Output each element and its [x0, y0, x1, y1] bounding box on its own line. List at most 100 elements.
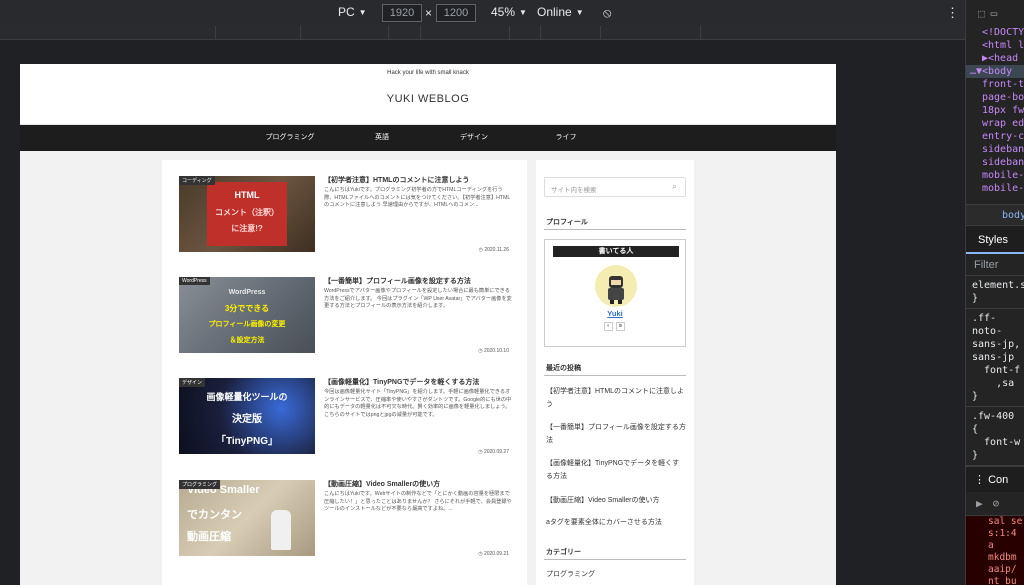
rss-icon[interactable]: ⋑	[616, 322, 625, 331]
nav-item-english[interactable]: 英語	[336, 125, 428, 151]
thumbnail-text: 3分でできる	[224, 304, 270, 313]
thumbnail-text: に注意!?	[231, 224, 263, 233]
device-toggle-icon[interactable]: ▭	[991, 7, 998, 20]
breadcrumb[interactable]: body	[966, 204, 1024, 226]
css-line: sans-jp	[972, 352, 1015, 363]
widget-title-recent: 最近の投稿	[546, 365, 581, 372]
divider	[544, 229, 686, 230]
caret-down-icon: ▼	[519, 7, 527, 17]
post-excerpt: こんにちはYukiです。Webサイトの制作などで「とにかく動画の容量を極限まで圧…	[324, 491, 512, 513]
viewport-stage: Hack your life with small knack YUKI WEB…	[0, 40, 965, 585]
global-nav: プログラミング 英語 デザイン ライフ	[20, 125, 836, 151]
profile-name[interactable]: Yuki	[545, 309, 685, 318]
network-select[interactable]: Online ▼	[537, 5, 584, 19]
profile-social-links: ◐ ⋑	[604, 322, 625, 331]
thumbnail-text: コメント（注釈）	[215, 208, 279, 217]
dom-attr: front-t	[982, 79, 1024, 90]
console-line: s:1:4	[988, 528, 1017, 539]
devtools-panel: ⬚ ▭ <!DOCTY <html l ▶<head …▼<body front…	[965, 0, 1024, 585]
console-line: a	[988, 540, 994, 551]
search-input[interactable]: サイト内を検索	[544, 177, 686, 197]
nav-item-life[interactable]: ライフ	[520, 125, 612, 151]
category-badge: デザイン	[179, 378, 206, 387]
thumbnail-text: WordPress	[228, 289, 266, 296]
console-output: sal se s:1:4 a mkdbm aaip/ nt_bu	[966, 516, 1024, 585]
post-thumbnail[interactable]: WordPress 3分でできる プロフィール画像の変更 ＆設定方法 WordP…	[179, 277, 315, 353]
zoom-select[interactable]: 45% ▼	[491, 5, 527, 19]
css-line: font-w	[972, 437, 1021, 448]
css-line: ,sa	[972, 378, 1015, 389]
dom-attr: entry-c	[982, 131, 1024, 142]
console-toolbar: ▶ ⊘	[966, 492, 1024, 516]
search-icon[interactable]: ⌕	[672, 181, 688, 192]
device-label: PC	[338, 5, 355, 19]
dom-attr: sideban	[982, 157, 1024, 168]
tab-styles[interactable]: Styles	[966, 226, 1024, 254]
dom-node-selected[interactable]: …▼<body	[966, 65, 1024, 78]
dom-node[interactable]: ▶<head	[966, 52, 1024, 65]
post-title[interactable]: 【一番簡単】プロフィール画像を設定する方法	[324, 277, 514, 287]
post-thumbnail[interactable]: 画像軽量化ツールの 決定版 「TinyPNG」 デザイン	[179, 378, 315, 454]
dimension-separator: ×	[425, 6, 433, 20]
dom-attr: mobile-	[982, 183, 1024, 194]
nav-item-programming[interactable]: プログラミング	[244, 125, 336, 151]
post-card[interactable]: HTML コメント（注釈） に注意!? コーディング 【初学者注意】HTMLのコ…	[179, 176, 511, 253]
rotate-icon[interactable]: ⦸	[603, 5, 611, 21]
recent-post-link[interactable]: aタグを要素全体にカバーさせる方法	[546, 516, 686, 529]
recent-post-link[interactable]: 【動画圧縮】Video Smallerの使い方	[546, 494, 686, 507]
category-link[interactable]: プログラミング	[546, 568, 686, 581]
width-input[interactable]: 1920	[382, 4, 422, 22]
post-card[interactable]: WordPress 3分でできる プロフィール画像の変更 ＆設定方法 WordP…	[179, 277, 512, 354]
web-page: Hack your life with small knack YUKI WEB…	[20, 64, 836, 585]
post-title[interactable]: 【画像軽量化】TinyPNGでデータを軽くする方法	[324, 378, 514, 388]
post-thumbnail[interactable]: HTML コメント（注釈） に注意!? コーディング	[179, 176, 315, 252]
css-rule: element.s }	[966, 276, 1024, 309]
css-line: font-f	[972, 365, 1021, 376]
post-title[interactable]: 【初学者注意】HTMLのコメントに注意しよう	[324, 176, 514, 186]
dom-node[interactable]: <!DOCTY	[966, 26, 1024, 39]
feedly-icon[interactable]: ◐	[604, 322, 613, 331]
post-title[interactable]: 【動画圧縮】Video Smallerの使い方	[324, 480, 514, 490]
device-select[interactable]: PC ▼	[338, 5, 367, 19]
recent-post-link[interactable]: 【一番簡単】プロフィール画像を設定する方法	[546, 421, 686, 447]
height-input[interactable]: 1200	[436, 4, 476, 22]
network-label: Online	[537, 5, 572, 19]
css-rule: .fw-400 { font-w }	[966, 407, 1024, 466]
console-line: aaip/	[988, 564, 1017, 575]
site-header: Hack your life with small knack YUKI WEB…	[20, 64, 836, 125]
css-line: }	[972, 391, 979, 402]
tab-console[interactable]: ⋮ Con	[966, 466, 1024, 492]
post-date: ◷ 2020.11.26	[478, 247, 509, 253]
css-line: sans-jp,	[972, 339, 1021, 350]
profile-box-title: 書いてる人	[553, 246, 679, 257]
nav-item-design[interactable]: デザイン	[428, 125, 520, 151]
more-vertical-icon[interactable]: ⋮	[946, 5, 959, 21]
post-card[interactable]: 画像軽量化ツールの 決定版 「TinyPNG」 デザイン 【画像軽量化】Tiny…	[179, 378, 511, 455]
dom-attr: wrap ed	[982, 118, 1024, 129]
clear-console-icon[interactable]: ⊘	[993, 497, 1000, 510]
recent-post-link[interactable]: 【画像軽量化】TinyPNGでデータを軽くする方法	[546, 457, 686, 483]
css-rule: .ff- noto- sans-jp, sans-jp font-f ,sa }	[966, 309, 1024, 407]
sidebar: サイト内を検索 ⌕ プロフィール 書いてる人 Yuki ◐ ⋑ 最近の投稿 【初…	[536, 160, 694, 585]
post-thumbnail[interactable]: Video Smaller でカンタン 動画圧縮 プログラミング	[179, 480, 315, 556]
console-line: nt_bu	[988, 576, 1017, 585]
recent-post-link[interactable]: 【初学者注意】HTMLのコメントに注意しよう	[546, 385, 686, 411]
caret-down-icon: ▼	[575, 7, 584, 17]
styles-filter-input[interactable]: Filter	[966, 254, 1024, 276]
site-title[interactable]: YUKI WEBLOG	[20, 93, 836, 105]
category-badge: コーディング	[179, 176, 215, 185]
sidebar-toggle-icon[interactable]: ▶	[976, 497, 983, 510]
post-date-text: 2020.11.26	[484, 247, 509, 253]
css-line: }	[972, 450, 979, 461]
post-card[interactable]: Video Smaller でカンタン 動画圧縮 プログラミング 【動画圧縮】V…	[179, 480, 512, 557]
drawer-menu-icon[interactable]: ⋮	[974, 474, 985, 486]
thumbnail-text: 「TinyPNG」	[215, 436, 279, 447]
avatar	[595, 265, 637, 307]
widget-title-category: カテゴリー	[546, 549, 581, 556]
devtools-toolbar: ⬚ ▭	[966, 0, 1024, 26]
inspect-icon[interactable]: ⬚	[978, 7, 985, 20]
dom-node[interactable]: <html l	[966, 39, 1024, 52]
dom-attr: mobile-	[982, 170, 1024, 181]
css-line: .ff-	[972, 313, 997, 324]
post-excerpt: こんにちはYukiです。プログラミング初学者の方でHTMLコーディングを行う際、…	[324, 187, 511, 209]
